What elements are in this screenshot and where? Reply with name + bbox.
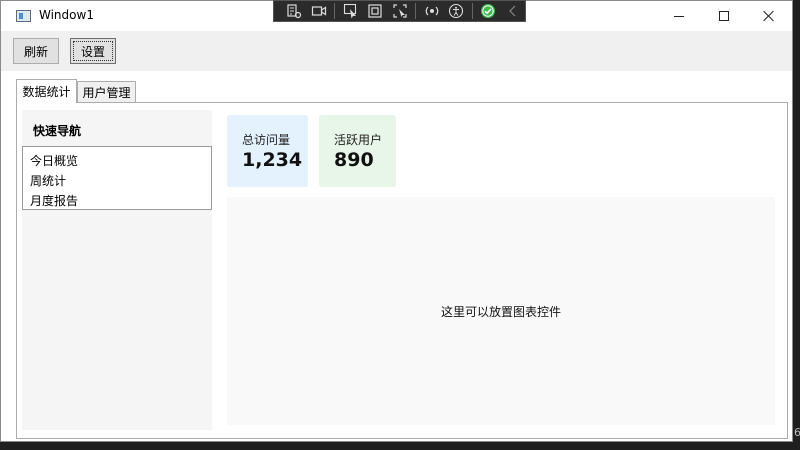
nav-item-monthly-report[interactable]: 月度报告 [23,191,211,211]
close-button[interactable] [746,1,792,31]
app-icon [16,10,31,22]
nav-title: 快速导航 [33,124,82,138]
track-focus-icon[interactable] [388,0,413,22]
active-users-label: 活跃用户 [334,133,383,147]
chart-placeholder-text: 这里可以放置图表控件 [440,304,561,319]
check-icon[interactable] [476,0,501,22]
active-users-value: 890 [334,149,374,171]
background-edge-text: 6 [794,426,800,439]
toolbar-separator [415,3,417,19]
tab-data-stats[interactable]: 数据统计 [16,79,77,103]
chart-placeholder: 这里可以放置图表控件 [227,197,775,425]
quick-nav-panel: 快速导航 今日概览 周统计 月度报告 [22,110,212,430]
nav-item-today-overview[interactable]: 今日概览 [23,151,211,171]
toolbar-separator [334,3,336,19]
settings-button[interactable]: 设置 [70,38,116,64]
close-icon [763,10,775,22]
chevron-left-icon[interactable] [500,0,525,22]
total-visits-value: 1,234 [242,149,303,171]
refresh-button[interactable]: 刷新 [13,38,59,64]
maximize-icon [719,11,729,21]
toolbar: 刷新 设置 [1,31,792,71]
total-visits-label: 总访问量 [242,133,291,147]
select-element-icon[interactable] [338,0,363,22]
total-visits-card: 总访问量 1,234 [227,115,308,187]
nav-list[interactable]: 今日概览 周统计 月度报告 [22,146,212,210]
toolbar-separator [471,3,473,19]
window-title: Window1 [39,8,94,22]
active-users-card: 活跃用户 890 [319,115,396,187]
record-icon[interactable] [307,0,332,22]
live-visual-tree-icon[interactable] [282,0,307,22]
maximize-button[interactable] [701,1,747,31]
minimize-icon [674,15,684,17]
hot-reload-icon[interactable] [419,0,444,22]
nav-item-weekly-stats[interactable]: 周统计 [23,171,211,191]
main-window: Window1 刷新 设置 数据统计 用户管理 快速导航 今日概览 周统计 月度… [0,0,793,442]
display-layout-icon[interactable] [363,0,388,22]
accessibility-icon[interactable] [444,0,469,22]
minimize-button[interactable] [656,1,702,31]
tab-user-management[interactable]: 用户管理 [77,81,136,103]
debug-toolbar [273,0,526,22]
